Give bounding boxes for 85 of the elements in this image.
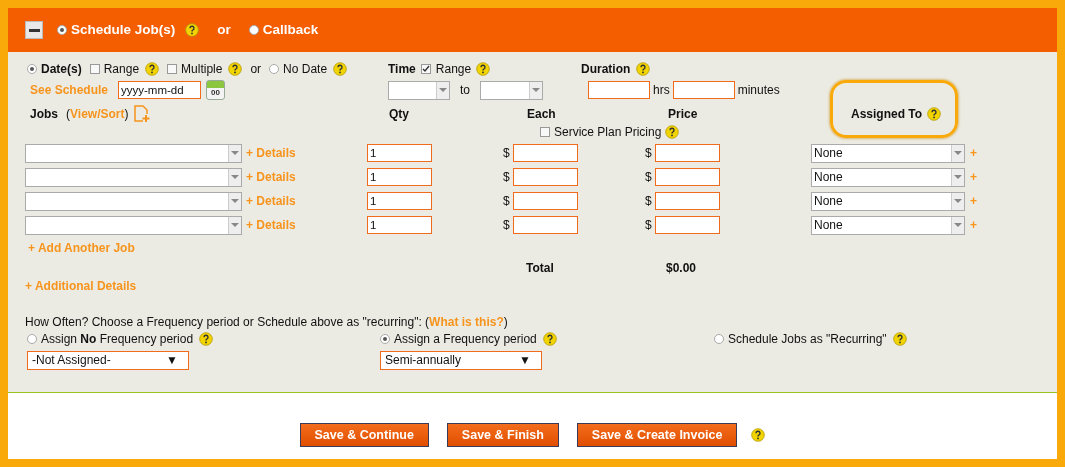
field-label: Time <box>388 61 416 78</box>
each-price-field[interactable] <box>512 144 578 162</box>
help-icon[interactable] <box>333 62 348 76</box>
column-header: Total <box>526 261 554 275</box>
currency-label: $ <box>645 169 652 186</box>
radio-button[interactable] <box>248 25 259 35</box>
job-select[interactable] <box>25 143 242 163</box>
quantity-field[interactable]: 1 <box>367 144 432 162</box>
calendar-icon[interactable]: 00 <box>206 80 225 100</box>
price-field[interactable] <box>654 144 720 162</box>
help-icon[interactable] <box>228 62 243 76</box>
quantity-field[interactable]: 1 <box>367 168 432 186</box>
assignee-select[interactable]: None <box>811 191 965 211</box>
each-price-field[interactable] <box>512 216 578 234</box>
hours-field[interactable] <box>588 81 650 99</box>
currency-label: $ <box>645 145 652 162</box>
field-label: Duration <box>581 61 631 78</box>
collapse-button[interactable] <box>25 21 43 39</box>
frequency-select[interactable]: -Not Assigned- ▼ <box>27 350 189 370</box>
radio-button[interactable] <box>269 64 280 74</box>
date-field[interactable]: yyyy-mm-dd <box>118 81 201 99</box>
currency-label: $ <box>503 145 510 162</box>
option-label[interactable]: Schedule Jobs as "Recurring" <box>728 330 887 348</box>
frequency-select[interactable]: Semi-annually ▼ <box>380 350 542 370</box>
option-label[interactable]: Date(s) <box>41 60 82 78</box>
option-label[interactable]: No Date <box>283 60 328 78</box>
time-select[interactable] <box>388 80 450 100</box>
option-label[interactable]: Assign No Frequency period <box>41 330 194 348</box>
checkbox[interactable] <box>89 64 100 74</box>
radio-button[interactable] <box>380 334 390 344</box>
help-icon[interactable] <box>145 62 160 76</box>
currency-label: $ <box>503 193 510 210</box>
radio-button[interactable] <box>27 334 37 344</box>
column-header: $0.00 <box>666 261 697 275</box>
separator-text: or <box>217 20 231 39</box>
option-label[interactable]: Assign a Frequency period <box>394 330 537 348</box>
help-icon[interactable] <box>892 332 907 346</box>
each-price-field[interactable] <box>512 168 578 186</box>
view-sort-link[interactable]: (View/Sort) <box>66 105 129 123</box>
column-header: Each <box>527 107 556 121</box>
help-icon[interactable] <box>542 332 557 346</box>
help-icon[interactable] <box>185 23 200 37</box>
quantity-field[interactable]: 1 <box>367 216 432 234</box>
checkbox[interactable] <box>167 64 178 74</box>
help-icon[interactable] <box>665 125 680 139</box>
job-select[interactable] <box>25 167 242 187</box>
checkbox[interactable] <box>540 127 550 137</box>
currency-label: $ <box>503 169 510 186</box>
currency-label: $ <box>645 217 652 234</box>
help-icon[interactable] <box>751 428 766 442</box>
help-icon[interactable] <box>476 62 491 76</box>
help-icon[interactable] <box>927 107 942 121</box>
separator-text: to <box>460 82 470 99</box>
option-label[interactable]: Range <box>435 60 472 78</box>
each-price-field[interactable] <box>512 192 578 210</box>
quantity-field[interactable]: 1 <box>367 192 432 210</box>
job-select[interactable] <box>25 191 242 211</box>
radio-button[interactable] <box>57 25 67 35</box>
radio-button[interactable] <box>714 334 724 344</box>
column-header: Qty <box>389 107 409 121</box>
assignee-select[interactable]: None <box>811 167 965 187</box>
separator-text: or <box>250 61 262 78</box>
price-field[interactable] <box>654 192 720 210</box>
column-header: Assigned To <box>851 106 923 123</box>
assignee-select[interactable]: None <box>811 215 965 235</box>
job-select[interactable] <box>25 215 242 235</box>
help-icon[interactable] <box>199 332 214 346</box>
option-label[interactable]: Multiple <box>181 60 223 78</box>
currency-label: $ <box>645 193 652 210</box>
minutes-field[interactable] <box>672 81 735 99</box>
add-document-icon[interactable] <box>133 105 152 123</box>
radio-button[interactable] <box>27 64 37 74</box>
currency-label: $ <box>503 217 510 234</box>
column-header: Price <box>668 107 698 121</box>
column-header: Jobs <box>30 106 58 123</box>
option-label[interactable]: Range <box>103 60 140 78</box>
help-icon[interactable] <box>636 62 651 76</box>
frequency-prompt: How Often? Choose a Frequency period or Schedule above as "recurring": (What is this?) <box>25 314 509 329</box>
unit-label: hrs <box>653 82 670 99</box>
checkbox[interactable] <box>420 64 431 74</box>
option-label[interactable]: Service Plan Pricing <box>554 123 662 141</box>
price-field[interactable] <box>654 216 720 234</box>
unit-label: minutes <box>737 82 780 99</box>
assignee-select[interactable]: None <box>811 143 965 163</box>
price-field[interactable] <box>654 168 720 186</box>
